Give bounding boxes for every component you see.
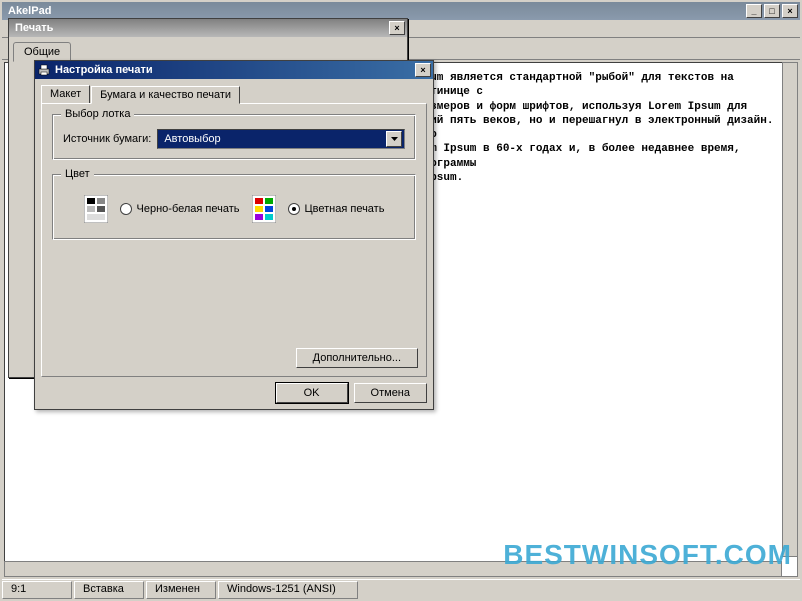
color-label: Цветная печать	[305, 203, 385, 215]
status-encoding: Windows-1251 (ANSI)	[218, 581, 358, 599]
bw-label: Черно-белая печать	[137, 203, 240, 215]
chevron-down-icon	[391, 137, 398, 141]
setup-close-button[interactable]: ×	[415, 63, 431, 77]
source-combobox[interactable]: Автовыбор	[157, 129, 405, 149]
app-title: AkelPad	[4, 5, 746, 17]
watermark: BESTWINSOFT.COM	[503, 539, 792, 571]
advanced-button[interactable]: Дополнительно...	[296, 348, 418, 368]
print-dialog-close[interactable]: ×	[389, 21, 405, 35]
setup-body: Макет Бумага и качество печати Выбор лот…	[35, 79, 433, 409]
tab-general[interactable]: Общие	[13, 42, 71, 62]
color-options: Черно-белая печать Цветная печать	[63, 189, 405, 229]
source-row: Источник бумаги: Автовыбор	[63, 129, 405, 149]
tab-panel: Выбор лотка Источник бумаги: Автовыбор Ц…	[41, 103, 427, 377]
close-button[interactable]: ×	[782, 4, 798, 18]
dialog-buttons: OK Отмена	[41, 377, 427, 403]
printer-icon	[37, 63, 51, 77]
vertical-scrollbar[interactable]	[782, 62, 798, 557]
tray-groupbox: Выбор лотка Источник бумаги: Автовыбор	[52, 114, 416, 160]
maximize-button[interactable]: □	[764, 4, 780, 18]
color-radio-group[interactable]: Цветная печать	[288, 203, 385, 215]
setup-title: Настройка печати	[55, 64, 415, 76]
setup-tabs: Макет Бумага и качество печати	[41, 85, 427, 103]
print-setup-dialog: Настройка печати × Макет Бумага и качест…	[34, 60, 434, 410]
title-buttons: _ □ ×	[746, 4, 798, 18]
source-label: Источник бумаги:	[63, 133, 151, 145]
color-print-icon	[252, 195, 276, 223]
print-dialog-title: Печать	[11, 22, 389, 34]
tab-paper-quality[interactable]: Бумага и качество печати	[91, 86, 240, 104]
setup-titlebar: Настройка печати ×	[35, 61, 433, 79]
print-dialog-tabs: Общие	[9, 37, 407, 61]
status-mode: Вставка	[74, 581, 144, 599]
status-modified: Изменен	[146, 581, 216, 599]
tab-layout[interactable]: Макет	[41, 85, 90, 103]
minimize-button[interactable]: _	[746, 4, 762, 18]
color-radio[interactable]	[288, 203, 300, 215]
statusbar: 9:1 Вставка Изменен Windows-1251 (ANSI)	[2, 579, 800, 599]
source-value: Автовыбор	[160, 133, 386, 145]
color-group-title: Цвет	[61, 168, 94, 180]
bw-radio[interactable]	[120, 203, 132, 215]
ok-button[interactable]: OK	[276, 383, 348, 403]
bw-print-icon	[84, 195, 108, 223]
status-position: 9:1	[2, 581, 72, 599]
editor-text: psum является стандартной "рыбой" для те…	[417, 71, 785, 185]
cancel-button[interactable]: Отмена	[354, 383, 427, 403]
advanced-row: Дополнительно...	[296, 348, 418, 368]
tray-group-title: Выбор лотка	[61, 108, 134, 120]
combo-button[interactable]	[386, 131, 402, 147]
bw-radio-group[interactable]: Черно-белая печать	[120, 203, 240, 215]
print-dialog-titlebar: Печать ×	[9, 19, 407, 37]
color-groupbox: Цвет Черно-белая печать Цветная печать	[52, 174, 416, 240]
